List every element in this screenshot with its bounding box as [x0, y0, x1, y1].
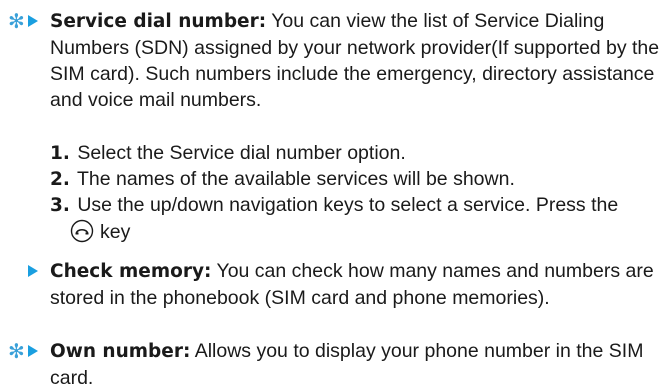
- step-text: Select the Service dial number option.: [71, 142, 406, 164]
- step-number: 1.: [50, 143, 70, 164]
- step-number: 2.: [50, 169, 70, 190]
- step-number: 3.: [50, 195, 70, 216]
- send-call-key-icon: [70, 220, 94, 243]
- asterisk-icon: ✻: [8, 11, 25, 33]
- step-item: 1. Select the Service dial number option…: [50, 140, 662, 167]
- triangle-bullet-icon: [28, 265, 38, 277]
- section-text: Service dial number: You can view the li…: [50, 8, 662, 113]
- key-label: key: [100, 221, 131, 243]
- step-item: 3. Use the up/down navigation keys to se…: [50, 192, 662, 245]
- asterisk-icon: ✻: [8, 341, 25, 363]
- step-text: The names of the available services will…: [71, 168, 515, 190]
- section-text: Own number: Allows you to display your p…: [50, 338, 662, 391]
- section-text: Check memory: You can check how many nam…: [50, 258, 662, 311]
- triangle-bullet-icon: [28, 345, 38, 357]
- section-heading: Check memory:: [50, 261, 212, 282]
- step-item: 2. The names of the available services w…: [50, 166, 662, 193]
- manual-page: ✻ Service dial number: You can view the …: [0, 0, 672, 389]
- section-heading: Own number:: [50, 341, 191, 362]
- triangle-bullet-icon: [28, 15, 38, 27]
- step-text: Use the up/down navigation keys to selec…: [71, 194, 619, 216]
- section-heading: Service dial number:: [50, 11, 267, 32]
